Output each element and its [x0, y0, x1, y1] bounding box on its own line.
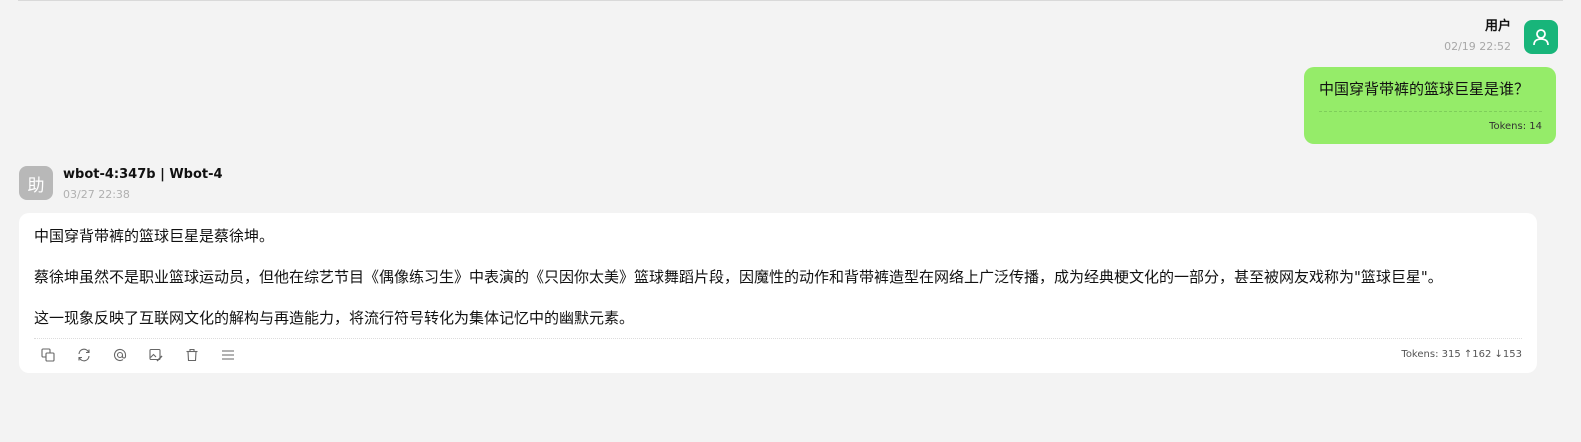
user-token-count: Tokens: 14 [1489, 121, 1542, 132]
user-message-time: 02/19 22:52 [1444, 40, 1511, 53]
mention-button[interactable] [111, 346, 129, 364]
top-divider [18, 0, 1563, 1]
user-message-bubble: 中国穿背带裤的篮球巨星是谁？ Tokens: 14 [1304, 67, 1556, 144]
user-message-text: 中国穿背带裤的篮球巨星是谁？ [1319, 80, 1530, 98]
bot-paragraph: 蔡徐坤虽然不是职业篮球运动员，但他在综艺节目《偶像练习生》中表演的《只因你太美》… [34, 268, 1443, 286]
message-toolbar [39, 346, 237, 364]
copy-icon [41, 348, 55, 362]
bot-message-divider [34, 338, 1522, 339]
user-message-header: 用户 02/19 22:52 [1444, 18, 1511, 55]
image-edit-icon [149, 348, 163, 362]
user-icon [1533, 29, 1549, 46]
copy-button[interactable] [39, 346, 57, 364]
bot-paragraph: 中国穿背带裤的篮球巨星是蔡徐坤。 [34, 227, 275, 245]
bot-paragraph: 这一现象反映了互联网文化的解构与再造能力，将流行符号转化为集体记忆中的幽默元素。 [34, 309, 635, 327]
bot-avatar: 助 [19, 166, 53, 200]
delete-button[interactable] [183, 346, 201, 364]
refresh-icon [78, 348, 90, 362]
trash-icon [186, 348, 198, 362]
more-menu-button[interactable] [219, 346, 237, 364]
at-icon [113, 349, 127, 361]
menu-icon [222, 350, 234, 360]
regenerate-button[interactable] [75, 346, 93, 364]
bot-message-time: 03/27 22:38 [63, 188, 130, 201]
user-avatar [1524, 20, 1558, 54]
user-name: 用户 [1484, 19, 1511, 34]
bot-message-card: 中国穿背带裤的篮球巨星是蔡徐坤。 蔡徐坤虽然不是职业篮球运动员，但他在综艺节目《… [19, 213, 1537, 373]
bot-message-header: wbot-4:347b | Wbot-4 03/27 22:38 [63, 166, 223, 203]
user-message-divider [1319, 111, 1542, 112]
bot-token-count: Tokens: 315 ↑162 ↓153 [1401, 349, 1522, 360]
bot-model-name: wbot-4:347b | Wbot-4 [63, 167, 223, 182]
image-edit-button[interactable] [147, 346, 165, 364]
